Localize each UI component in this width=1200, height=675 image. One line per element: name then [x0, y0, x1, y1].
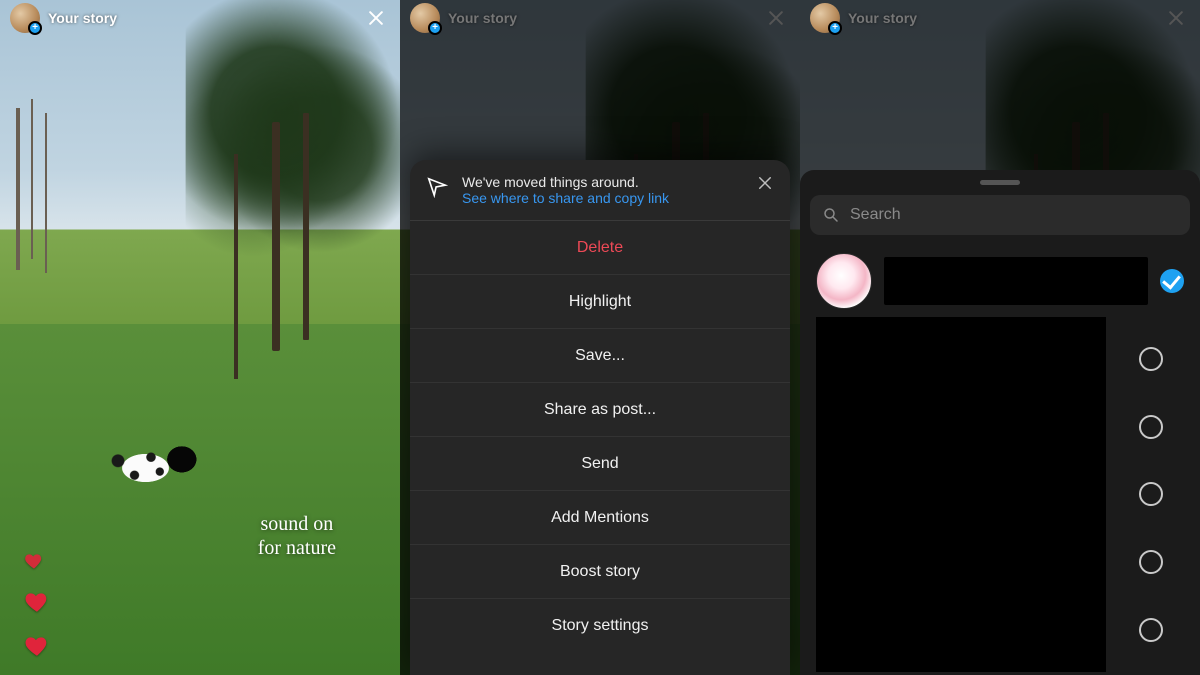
banner-text: We've moved things around.: [462, 174, 669, 190]
avatar-add-icon: [828, 21, 842, 35]
recipient-radio[interactable]: [1139, 550, 1163, 574]
share-icon: [426, 176, 448, 198]
close-icon: [1166, 8, 1186, 28]
radio-column: [1118, 317, 1184, 672]
recipient-radio[interactable]: [1139, 415, 1163, 439]
close-button[interactable]: [1162, 4, 1190, 32]
recipient-row[interactable]: [810, 249, 1190, 313]
avatar[interactable]: [10, 3, 40, 33]
banner-copy: We've moved things around. See where to …: [462, 174, 669, 208]
avatar[interactable]: [410, 3, 440, 33]
avatar[interactable]: [810, 3, 840, 33]
heart-icon: [24, 551, 44, 571]
sheet-grabber[interactable]: [980, 180, 1020, 185]
story-title: Your story: [448, 10, 517, 26]
recipient-radio[interactable]: [1139, 347, 1163, 371]
story-title: Your story: [48, 10, 117, 26]
bg-dog: [96, 432, 206, 504]
close-icon: [756, 174, 774, 192]
sheet-item-send[interactable]: Send: [410, 437, 790, 491]
caption-line-1: sound on: [258, 512, 336, 536]
recipient-avatar: [816, 253, 872, 309]
sheet-item-delete[interactable]: Delete: [410, 221, 790, 275]
sheet-item-save[interactable]: Save...: [410, 329, 790, 383]
close-icon: [766, 8, 786, 28]
sheet-item-story-settings[interactable]: Story settings: [410, 599, 790, 653]
close-button[interactable]: [762, 4, 790, 32]
search-input[interactable]: [850, 206, 1178, 224]
bg-tree: [186, 0, 400, 371]
story-options-screen: Your story We've moved things around. Se…: [400, 0, 800, 675]
heart-icon: [24, 633, 50, 659]
story-caption: sound on for nature: [258, 512, 336, 560]
banner-close-button[interactable]: [756, 174, 774, 192]
bg-dead-tree: [16, 108, 20, 270]
story-header: Your story: [800, 0, 1200, 36]
sheet-item-add-mentions[interactable]: Add Mentions: [410, 491, 790, 545]
story-share-screen: Your story: [800, 0, 1200, 675]
caption-line-2: for nature: [258, 536, 336, 560]
sheet-item-highlight[interactable]: Highlight: [410, 275, 790, 329]
sheet-item-share-as-post[interactable]: Share as post...: [410, 383, 790, 437]
recipient-name-redacted: [884, 257, 1148, 305]
sheet-item-boost-story[interactable]: Boost story: [410, 545, 790, 599]
avatar-add-icon: [428, 21, 442, 35]
bg-trunk: [272, 122, 280, 352]
recipient-radio[interactable]: [1139, 482, 1163, 506]
share-search[interactable]: [810, 195, 1190, 235]
sheet-banner: We've moved things around. See where to …: [410, 160, 790, 221]
heart-reactions: [24, 551, 50, 659]
close-button[interactable]: [362, 4, 390, 32]
banner-link[interactable]: See where to share and copy link: [462, 190, 669, 206]
story-header: Your story: [400, 0, 800, 36]
recipient-radio[interactable]: [1139, 618, 1163, 642]
story-header: Your story: [0, 0, 400, 36]
heart-icon: [24, 589, 50, 615]
story-title: Your story: [848, 10, 917, 26]
story-view-screen: Your story sound on for nature: [0, 0, 400, 675]
story-action-sheet: We've moved things around. See where to …: [410, 160, 790, 675]
search-icon: [822, 206, 840, 224]
close-icon: [366, 8, 386, 28]
recipient-list: [810, 249, 1190, 675]
recipient-rows-redacted: [810, 313, 1190, 675]
recipient-radio[interactable]: [1160, 269, 1184, 293]
redacted-block: [816, 317, 1106, 672]
avatar-add-icon: [28, 21, 42, 35]
share-sheet: [800, 170, 1200, 675]
